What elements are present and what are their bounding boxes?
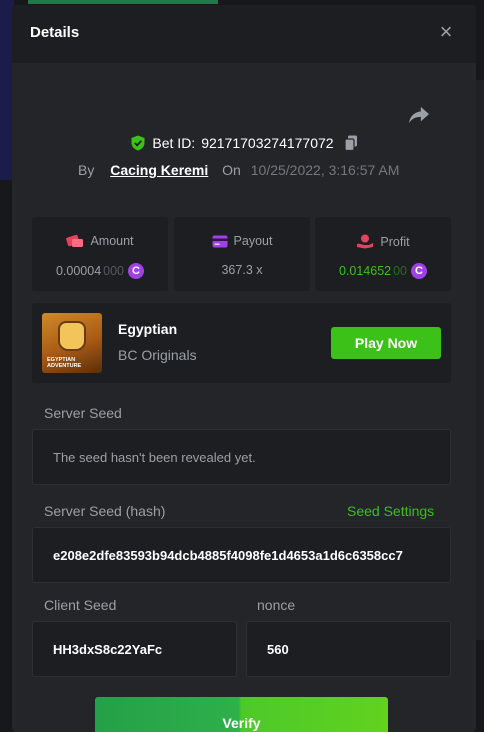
bet-id-value: 92171703274177072	[201, 135, 334, 151]
payout-value: 367.3 x	[221, 263, 263, 277]
bet-id-label: Bet ID:	[152, 135, 196, 151]
share-icon[interactable]	[408, 105, 430, 125]
copy-icon[interactable]	[343, 135, 358, 151]
game-thumbnail[interactable]: EGYPTIAN ADVENTURE	[42, 313, 102, 373]
by-label: By	[78, 162, 95, 178]
modal-title: Details	[30, 24, 80, 41]
client-seed-input[interactable]: HH3dxS8c22YaFc	[32, 621, 237, 677]
server-seed-field: The seed hasn't been revealed yet.	[32, 429, 451, 485]
bet-author-row: By Cacing Keremi On 10/25/2022, 3:16:57 …	[78, 162, 399, 178]
payout-card: Payout 367.3 x	[174, 217, 310, 291]
amount-value: 0.00004 000 C	[32, 263, 168, 279]
amount-icon	[66, 234, 84, 247]
server-seed-hash-field[interactable]: e208e2dfe83593b94dcb4885f4098fe1d4653a1d…	[32, 527, 451, 583]
profit-icon	[357, 234, 374, 249]
verify-button[interactable]: Verify	[95, 697, 388, 732]
game-name: Egyptian	[118, 321, 178, 337]
user-link[interactable]: Cacing Keremi	[110, 162, 208, 178]
profit-card: Profit 0.014652 00 C	[315, 217, 451, 291]
close-button[interactable]: ×	[436, 21, 456, 43]
details-modal: Details × Bet ID: 92171703274177072 By C…	[12, 5, 476, 732]
game-provider: BC Originals	[118, 347, 197, 363]
seed-settings-link[interactable]: Seed Settings	[347, 503, 434, 519]
bet-id-row: Bet ID: 92171703274177072	[12, 135, 476, 155]
profit-label: Profit	[380, 234, 410, 249]
background-top-tab	[28, 0, 218, 4]
game-thumbnail-text: EGYPTIAN ADVENTURE	[47, 357, 82, 369]
play-now-button[interactable]: Play Now	[331, 327, 441, 359]
nonce-label: nonce	[257, 597, 296, 613]
profit-value: 0.014652 00 C	[315, 263, 451, 279]
card-icon	[212, 235, 228, 247]
shield-check-icon	[131, 135, 145, 151]
pharaoh-icon	[58, 321, 86, 351]
coin-icon: C	[411, 263, 428, 279]
amount-label: Amount	[90, 234, 134, 248]
amount-card: Amount 0.00004 000 C	[32, 217, 168, 291]
amount-value-main: 0.00004	[55, 264, 102, 278]
client-seed-label: Client Seed	[44, 597, 117, 613]
nonce-input[interactable]: 560	[246, 621, 451, 677]
server-seed-label: Server Seed	[44, 405, 122, 421]
profit-value-dim: 00	[393, 264, 408, 278]
payout-label: Payout	[233, 234, 273, 248]
coin-icon: C	[128, 263, 145, 279]
amount-value-dim: 000	[103, 264, 125, 278]
profit-value-main: 0.014652	[338, 264, 392, 278]
server-seed-hash-label: Server Seed (hash)	[44, 503, 166, 519]
on-label: On	[222, 162, 241, 178]
modal-header: Details ×	[12, 5, 476, 63]
bet-date: 10/25/2022, 3:16:57 AM	[250, 162, 400, 178]
game-card: EGYPTIAN ADVENTURE Egyptian BC Originals…	[32, 303, 451, 383]
